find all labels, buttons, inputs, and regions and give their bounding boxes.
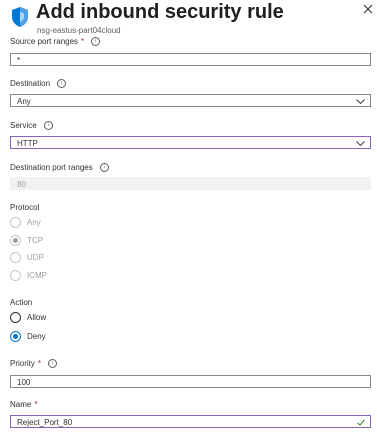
close-icon[interactable] <box>362 3 374 15</box>
source-port-ranges-label: Source port ranges * i <box>10 37 101 46</box>
protocol-option-tcp: TCP <box>10 235 43 246</box>
info-icon[interactable]: i <box>48 359 58 368</box>
required-marker: * <box>81 37 85 46</box>
destination-port-ranges-label: Destination port ranges i <box>10 163 109 172</box>
page-title: Add inbound security rule <box>36 1 284 23</box>
radio-button <box>10 217 21 228</box>
source-port-ranges-input[interactable]: * <box>10 53 371 66</box>
name-input[interactable]: Reject_Port_80 <box>10 415 371 428</box>
protocol-label: Protocol <box>10 203 40 212</box>
checkmark-icon <box>357 419 365 426</box>
protocol-option-udp: UDP <box>10 252 44 263</box>
info-icon[interactable]: i <box>57 79 67 88</box>
protocol-option-any: Any <box>10 217 41 228</box>
required-marker: * <box>37 359 42 368</box>
chevron-down-icon <box>356 141 365 146</box>
name-label: Name * <box>10 400 38 409</box>
required-marker: * <box>34 400 38 409</box>
action-label: Action <box>10 298 33 307</box>
destination-port-ranges-input: 80 <box>10 177 371 190</box>
action-option-deny[interactable]: Deny <box>10 331 46 342</box>
service-label: Service i <box>10 121 53 130</box>
priority-input[interactable]: 100 <box>10 375 371 388</box>
info-icon[interactable]: i <box>91 37 101 46</box>
destination-label: Destination i <box>10 79 67 88</box>
radio-button <box>10 270 21 281</box>
radio-button <box>10 235 21 246</box>
shield-icon <box>12 7 28 27</box>
page-subtitle: nsg-eastus-part04cloud <box>37 26 121 35</box>
protocol-option-icmp: ICMP <box>10 270 47 281</box>
info-icon[interactable]: i <box>99 163 109 172</box>
action-option-allow[interactable]: Allow <box>10 312 46 323</box>
priority-label: Priority * i <box>10 359 58 368</box>
radio-button[interactable] <box>10 312 21 323</box>
radio-button <box>10 252 21 263</box>
chevron-down-icon <box>356 99 365 104</box>
radio-button[interactable] <box>10 331 21 342</box>
service-select[interactable]: HTTP <box>10 136 371 149</box>
info-icon[interactable]: i <box>43 121 53 130</box>
destination-select[interactable]: Any <box>10 94 371 107</box>
